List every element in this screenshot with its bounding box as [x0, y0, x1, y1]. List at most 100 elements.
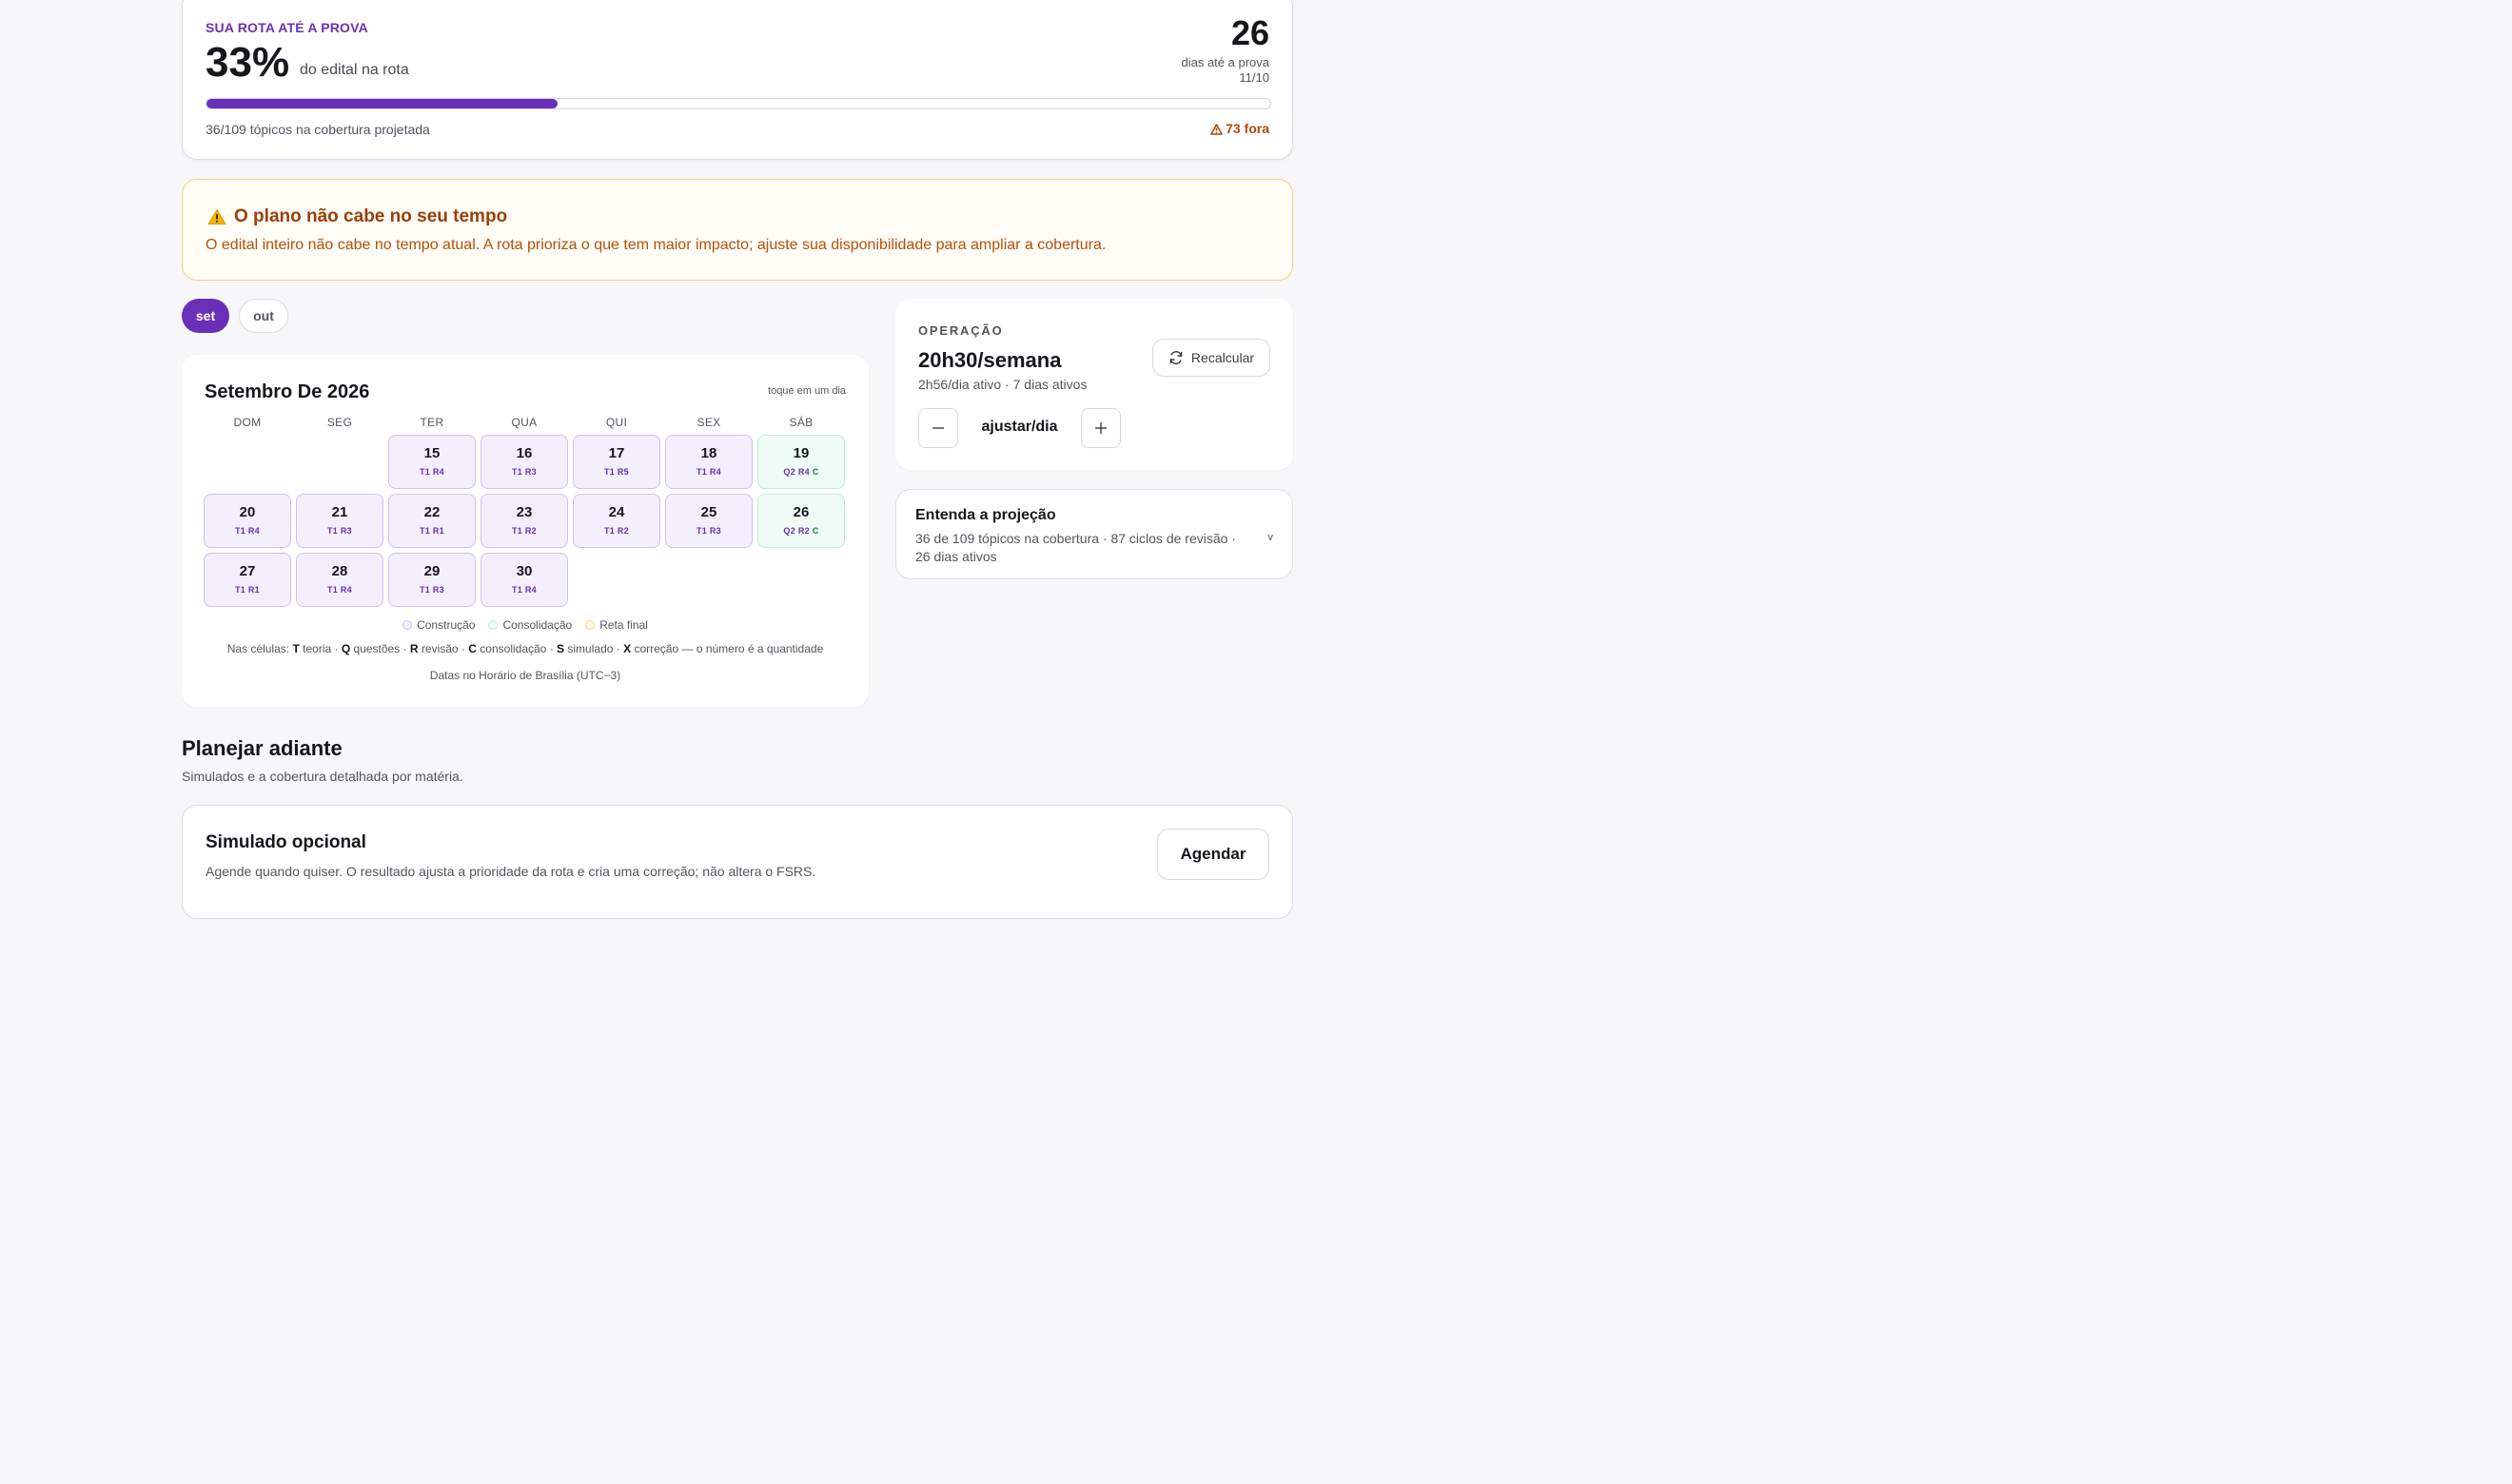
calendar-day[interactable]: 28 T1 R4	[296, 553, 383, 607]
calendar-day-tag: T1 R4	[420, 467, 444, 477]
month-tab-set[interactable]: set	[182, 299, 229, 333]
weekday-header: DOM SEG TER QUA QUI SEX SÁB	[204, 416, 847, 429]
calendar-day-tag-text: T1 R3	[511, 467, 537, 477]
calendar-day[interactable]: 26 Q2 R2 C	[757, 494, 845, 548]
calendar-day-tag: T1 R3	[697, 526, 721, 536]
calendar-day-tag: T1 R4	[512, 585, 537, 595]
calendar-day-tag: T1 R2	[604, 526, 629, 536]
days-left: 26	[1230, 13, 1269, 52]
operation-eyebrow: OPERAÇÃO	[918, 323, 1004, 338]
calendar-day-tag: T1 R2	[512, 526, 537, 536]
legend-cons-label: Consolidação	[502, 618, 573, 632]
exam-date: 11/10	[1239, 70, 1269, 85]
legend-build-dot	[402, 620, 413, 630]
calendar-timezone: Datas no Horário de Brasília (UTC−3)	[429, 669, 621, 682]
route-coverage: 36/109 tópicos na cobertura projetada	[206, 122, 430, 137]
calendar-day[interactable]: 21 T1 R3	[296, 494, 383, 548]
plus-icon	[1095, 422, 1107, 434]
calendar-title: Setembro De 2026	[205, 381, 370, 402]
key-letter: S	[557, 642, 565, 655]
calendar-day-number: 30	[516, 563, 533, 579]
calendar-day-number: 18	[700, 445, 717, 461]
calendar-day[interactable]: 18 T1 R4	[665, 435, 753, 489]
recalculate-button[interactable]: Recalcular	[1152, 339, 1270, 377]
weekday-label: SEX	[697, 416, 721, 429]
key-letter: T	[292, 642, 300, 655]
legend-build: Construção	[402, 618, 475, 632]
calendar-day-consolidation-tag: C	[812, 467, 819, 477]
out-count-text: 73 fora	[1226, 121, 1269, 136]
calendar-day[interactable]: 15 T1 R4	[388, 435, 476, 489]
calendar-day[interactable]: 29 T1 R3	[388, 553, 476, 607]
operation-sub: 2h56/dia ativo · 7 dias ativos	[918, 377, 1088, 392]
calendar-day-tag-text: T1 R2	[603, 526, 629, 536]
projection-text: 36 de 109 tópicos na cobertura · 87 cicl…	[915, 531, 1236, 564]
calendar-day-number: 22	[423, 504, 441, 520]
month-tab-out[interactable]: out	[239, 299, 288, 333]
key-word: correção	[634, 642, 679, 655]
calendar-day[interactable]: 19 Q2 R4 C	[757, 435, 845, 489]
alert-title: O plano não cabe no seu tempo	[234, 206, 508, 226]
calendar-day-tag: T1 R4	[327, 585, 352, 595]
simulado-title: Simulado opcional	[206, 832, 366, 852]
calendar-day-tag: T1 R3	[512, 467, 537, 477]
plan-alert: O plano não cabe no seu tempo O edital i…	[182, 179, 1293, 281]
calendar-day-number: 23	[516, 504, 533, 520]
calendar-day[interactable]: 16 T1 R3	[481, 435, 568, 489]
recalculate-label: Recalcular	[1190, 350, 1255, 365]
calendar-empty-cell	[204, 435, 291, 489]
weekday-label: TER	[420, 416, 444, 429]
calendar-day-tag-text: Q2 R4	[783, 467, 810, 477]
calendar-key: Nas células: T teoria · Q questões · R r…	[226, 642, 824, 655]
calendar-day[interactable]: 25 T1 R3	[665, 494, 753, 548]
key-letter: R	[409, 642, 419, 655]
calendar-day-number: 20	[239, 504, 256, 520]
calendar-day-tag: T1 R5	[604, 467, 629, 477]
schedule-button[interactable]: Agendar	[1157, 829, 1269, 880]
calendar-day-tag: T1 R4	[697, 467, 721, 477]
calendar-day[interactable]: 23 T1 R2	[481, 494, 568, 548]
calendar-day-tag-text: T1 R1	[419, 526, 444, 536]
adjust-per-day-label: ajustar/dia	[981, 419, 1058, 435]
legend-cons-dot	[488, 620, 499, 630]
operation-card: OPERAÇÃO 20h30/semana 2h56/dia ativo · 7…	[895, 299, 1293, 470]
calendar-day[interactable]: 30 T1 R4	[481, 553, 568, 607]
chevron-down-icon[interactable]: v	[1268, 532, 1274, 543]
projection-title: Entenda a projeção	[915, 507, 1056, 523]
calendar-day-tag-text: T1 R4	[696, 467, 721, 477]
calendar-empty-cell	[296, 435, 383, 489]
calendar-day[interactable]: 22 T1 R1	[388, 494, 476, 548]
key-word: revisão	[421, 642, 459, 655]
simulado-text: Agende quando quiser. O resultado ajusta…	[206, 864, 816, 879]
calendar-legend: Construção Consolidação Reta final	[182, 618, 869, 632]
calendar-day[interactable]: 27 T1 R1	[204, 553, 291, 607]
legend-build-label: Construção	[417, 618, 476, 632]
calendar-day-tag-text: T1 R4	[234, 526, 260, 536]
calendar-day-tag-text: T1 R4	[511, 585, 537, 595]
warning-icon	[1210, 124, 1223, 135]
calendar-day-tag: T1 R4	[235, 526, 260, 536]
calendar-day[interactable]: 20 T1 R4	[204, 494, 291, 548]
operation-rate: 20h30/semana	[918, 348, 1062, 372]
calendar-day-tag-text: T1 R3	[696, 526, 721, 536]
calendar-day-tag-text: T1 R3	[326, 526, 352, 536]
weekday-label: DOM	[233, 416, 262, 429]
calendar-card: Setembro De 2026 toque em um dia DOM SEG T…	[182, 355, 869, 707]
calendar-day-tag: T1 R3	[420, 585, 444, 595]
calendar-day-number: 15	[423, 445, 441, 461]
calendar-day-tag: Q2 R2 C	[783, 526, 818, 536]
projection-card[interactable]: Entenda a projeção 36 de 109 tópicos na …	[895, 489, 1293, 579]
days-left-label: dias até a prova	[1181, 55, 1269, 69]
key-letter: C	[468, 642, 477, 655]
decrease-per-day-button[interactable]	[918, 408, 958, 448]
calendar-day-number: 21	[331, 504, 348, 520]
calendar-day-tag: Q2 R4 C	[783, 467, 818, 477]
calendar-day[interactable]: 17 T1 R5	[573, 435, 660, 489]
key-word: teoria	[303, 642, 332, 655]
calendar-day-number: 28	[331, 563, 348, 579]
calendar-day[interactable]: 24 T1 R2	[573, 494, 660, 548]
route-progress-fill	[206, 99, 558, 108]
increase-per-day-button[interactable]	[1081, 408, 1121, 448]
calendar-day-number: 17	[608, 445, 625, 461]
key-letter: X	[623, 642, 632, 655]
